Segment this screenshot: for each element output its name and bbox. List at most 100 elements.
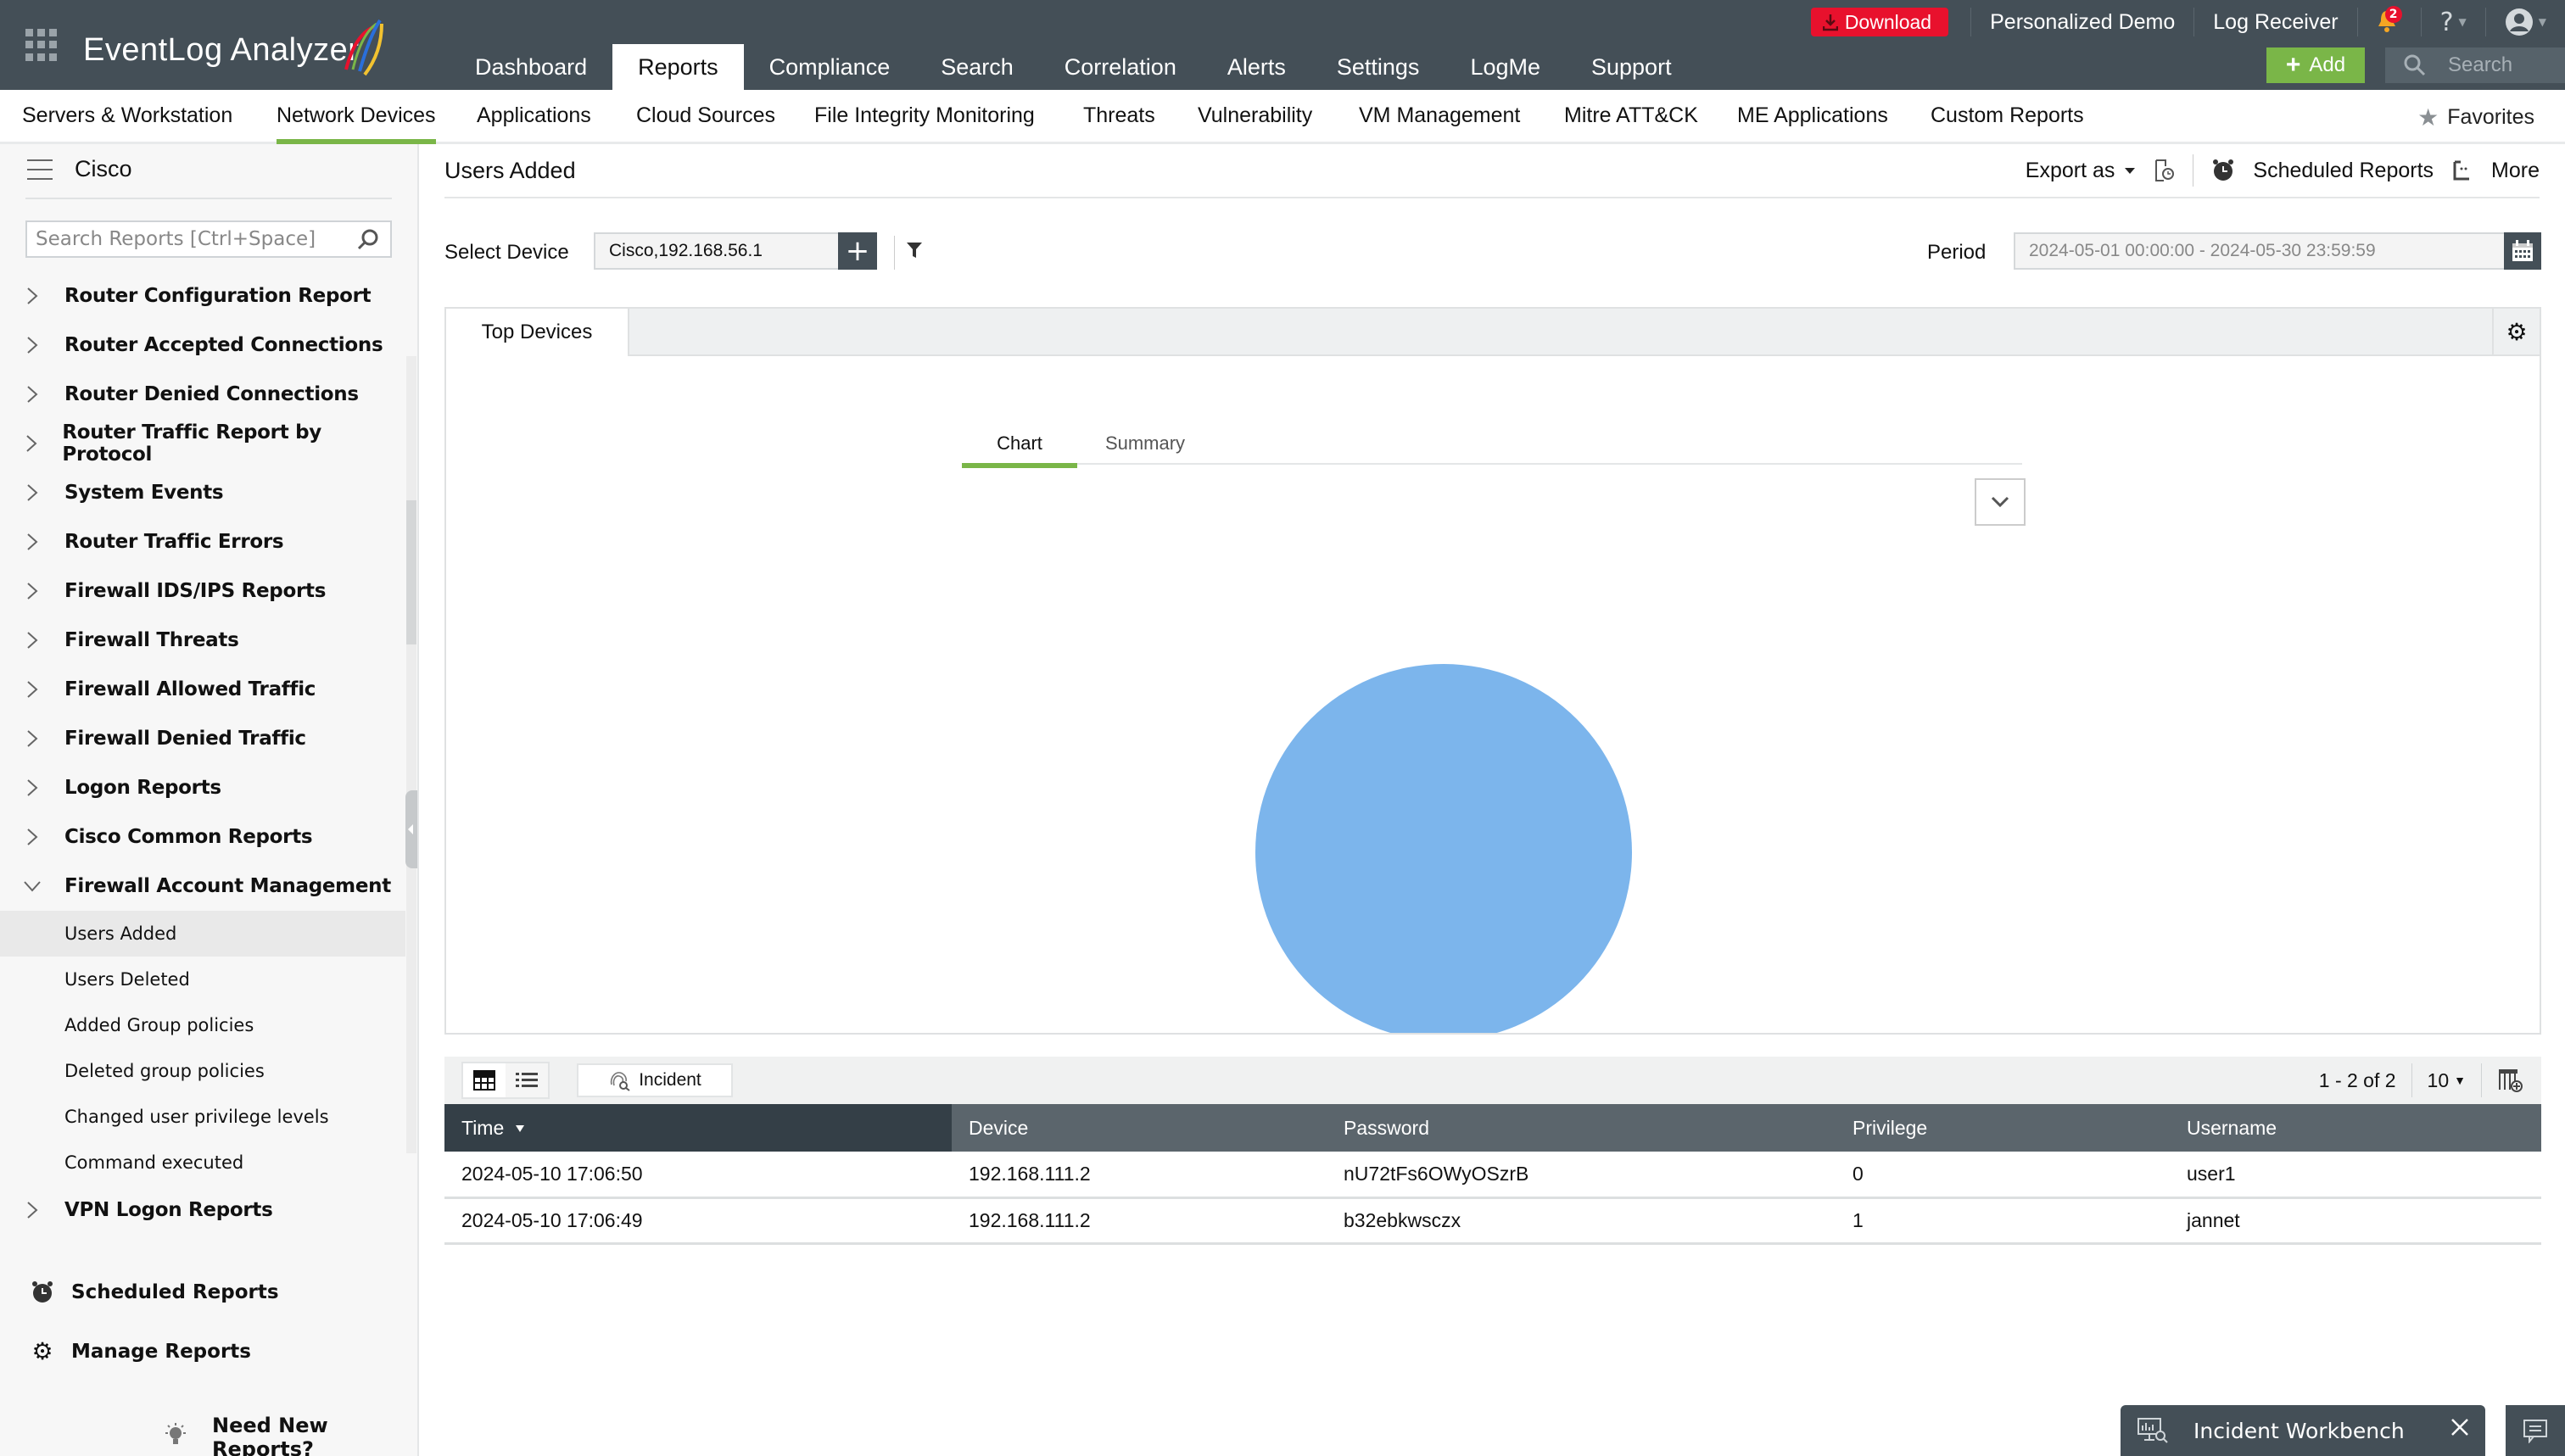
report-command-executed[interactable]: Command executed bbox=[0, 1140, 405, 1185]
add-column-icon[interactable] bbox=[2497, 1068, 2524, 1093]
report-group-router-configuration[interactable]: Router Configuration Report bbox=[0, 271, 405, 321]
table-row[interactable]: 2024-05-10 17:06:50 192.168.111.2 nU72tF… bbox=[444, 1152, 2541, 1199]
subnav-servers-workstation[interactable]: Servers & Workstation bbox=[22, 103, 232, 128]
widget-header: Top Devices ⚙ bbox=[446, 309, 2540, 356]
period-input[interactable]: 2024-05-01 00:00:00 - 2024-05-30 23:59:5… bbox=[2014, 232, 2506, 270]
subnav-mitre-attck[interactable]: Mitre ATT&CK bbox=[1564, 103, 1698, 128]
cell-privilege: 1 bbox=[1836, 1197, 2170, 1245]
manage-reports-link[interactable]: ⚙ Manage Reports bbox=[31, 1337, 251, 1365]
nav-search[interactable]: Search bbox=[915, 44, 1039, 90]
report-group-firewall-denied-traffic[interactable]: Firewall Denied Traffic bbox=[0, 714, 405, 763]
nav-dashboard[interactable]: Dashboard bbox=[450, 44, 612, 90]
report-users-deleted[interactable]: Users Deleted bbox=[0, 957, 405, 1002]
list-view-button[interactable] bbox=[506, 1063, 548, 1097]
column-header-time[interactable]: Time bbox=[444, 1104, 952, 1152]
subnav-cloud-sources[interactable]: Cloud Sources bbox=[636, 103, 775, 128]
global-search-input[interactable]: Search bbox=[2385, 47, 2565, 83]
sidebar-scrollbar-thumb[interactable] bbox=[406, 500, 416, 644]
download-button[interactable]: Download bbox=[1810, 8, 1949, 36]
subnav-applications[interactable]: Applications bbox=[477, 103, 591, 128]
nav-compliance[interactable]: Compliance bbox=[744, 44, 916, 90]
nav-alerts[interactable]: Alerts bbox=[1202, 44, 1311, 90]
filter-icon[interactable] bbox=[906, 241, 923, 259]
report-group-router-denied-connections[interactable]: Router Denied Connections bbox=[0, 370, 405, 419]
chevron-right-icon bbox=[0, 631, 64, 650]
nav-reports[interactable]: Reports bbox=[612, 44, 744, 90]
add-device-button[interactable]: + bbox=[838, 232, 877, 270]
incident-workbench-bar[interactable]: Incident Workbench bbox=[2121, 1405, 2485, 1456]
nav-support[interactable]: Support bbox=[1566, 44, 1697, 90]
pagination-divider bbox=[2481, 1063, 2482, 1097]
report-deleted-group-policies[interactable]: Deleted group policies bbox=[0, 1048, 405, 1094]
subnav-file-integrity-monitoring[interactable]: File Integrity Monitoring bbox=[814, 103, 1035, 128]
page-size-dropdown[interactable]: 10 ▼ bbox=[2428, 1069, 2466, 1092]
report-search-input[interactable]: Search Reports [Ctrl+Space] bbox=[25, 220, 392, 258]
chat-button[interactable] bbox=[2506, 1405, 2565, 1456]
tab-top-devices[interactable]: Top Devices bbox=[446, 309, 629, 356]
sidebar-collapse-handle[interactable] bbox=[405, 790, 417, 868]
chevron-right-icon bbox=[0, 680, 64, 699]
notifications-button[interactable]: 2 bbox=[2356, 6, 2421, 36]
subnav-threats[interactable]: Threats bbox=[1083, 103, 1155, 128]
lightbulb-icon bbox=[163, 1422, 188, 1453]
app-logo[interactable]: EventLog Analyzer bbox=[83, 32, 359, 69]
table-header-row: Time Device Password Privilege Username bbox=[444, 1104, 2541, 1152]
report-group-firewall-account-management[interactable]: Firewall Account Management bbox=[0, 862, 405, 911]
pie-slice-192-168-111-2[interactable] bbox=[1255, 664, 1632, 1033]
subnav-me-applications[interactable]: ME Applications bbox=[1737, 103, 1888, 128]
user-menu-button[interactable]: ▼ bbox=[2484, 8, 2565, 36]
favorites-label: Favorites bbox=[2447, 105, 2534, 129]
nav-settings[interactable]: Settings bbox=[1311, 44, 1445, 90]
help-button[interactable]: ? ▼ bbox=[2420, 8, 2485, 37]
report-added-group-policies[interactable]: Added Group policies bbox=[0, 1002, 405, 1048]
report-group-cisco-common-reports[interactable]: Cisco Common Reports bbox=[0, 812, 405, 862]
report-group-logon-reports[interactable]: Logon Reports bbox=[0, 763, 405, 812]
search-icon[interactable] bbox=[356, 228, 380, 252]
need-new-reports-link[interactable]: Need New Reports? bbox=[163, 1414, 417, 1456]
close-icon[interactable] bbox=[2450, 1417, 2470, 1437]
personalized-demo-link[interactable]: Personalized Demo bbox=[1970, 8, 2193, 36]
report-group-router-accepted-connections[interactable]: Router Accepted Connections bbox=[0, 321, 405, 370]
report-group-router-traffic-errors[interactable]: Router Traffic Errors bbox=[0, 517, 405, 566]
subnav-vm-management[interactable]: VM Management bbox=[1359, 103, 1520, 128]
widget-settings-button[interactable]: ⚙ bbox=[2492, 309, 2540, 354]
more-button[interactable]: More bbox=[2452, 159, 2540, 183]
export-as-dropdown[interactable]: Export as bbox=[2026, 159, 2136, 183]
subnav-network-devices[interactable]: Network Devices bbox=[277, 103, 436, 144]
calendar-button[interactable] bbox=[2504, 232, 2541, 270]
column-header-device[interactable]: Device bbox=[952, 1104, 1327, 1152]
incident-button[interactable]: Incident bbox=[577, 1063, 733, 1097]
column-header-privilege[interactable]: Privilege bbox=[1836, 1104, 2170, 1152]
favorites-button[interactable]: ★ Favorites bbox=[2417, 103, 2534, 131]
app-grid-icon[interactable] bbox=[25, 29, 58, 61]
view-toggle bbox=[461, 1062, 550, 1099]
report-group-system-events[interactable]: System Events bbox=[0, 468, 405, 517]
column-header-username[interactable]: Username bbox=[2170, 1104, 2541, 1152]
download-icon bbox=[1822, 14, 1838, 31]
report-group-firewall-threats[interactable]: Firewall Threats bbox=[0, 616, 405, 665]
subnav-vulnerability[interactable]: Vulnerability bbox=[1198, 103, 1312, 128]
sidebar-scrollbar[interactable] bbox=[406, 356, 416, 1153]
report-group-vpn-logon-reports[interactable]: VPN Logon Reports bbox=[0, 1185, 405, 1235]
table-row[interactable]: 2024-05-10 17:06:49 192.168.111.2 b32ebk… bbox=[444, 1197, 2541, 1245]
nav-correlation[interactable]: Correlation bbox=[1039, 44, 1202, 90]
add-button[interactable]: + Add bbox=[2266, 47, 2365, 83]
report-group-label: Router Accepted Connections bbox=[64, 334, 383, 356]
report-group-firewall-ids-ips[interactable]: Firewall IDS/IPS Reports bbox=[0, 566, 405, 616]
nav-logme[interactable]: LogMe bbox=[1445, 44, 1566, 90]
hamburger-menu-icon[interactable] bbox=[27, 159, 53, 180]
subnav-custom-reports[interactable]: Custom Reports bbox=[1931, 103, 2084, 128]
report-users-added[interactable]: Users Added bbox=[0, 911, 405, 957]
chevron-down-icon bbox=[0, 880, 64, 892]
export-history-button[interactable] bbox=[2154, 159, 2175, 182]
scheduled-reports-button[interactable]: Scheduled Reports bbox=[2212, 159, 2434, 183]
log-receiver-link[interactable]: Log Receiver bbox=[2193, 8, 2356, 36]
device-input[interactable]: Cisco,192.168.56.1 bbox=[594, 232, 840, 270]
report-group-router-traffic-by-protocol[interactable]: Router Traffic Report by Protocol bbox=[0, 419, 405, 468]
report-changed-user-privilege-levels[interactable]: Changed user privilege levels bbox=[0, 1094, 405, 1140]
column-header-password[interactable]: Password bbox=[1327, 1104, 1836, 1152]
report-group-firewall-allowed-traffic[interactable]: Firewall Allowed Traffic bbox=[0, 665, 405, 714]
scheduled-reports-link[interactable]: Scheduled Reports bbox=[31, 1280, 279, 1304]
grid-view-button[interactable] bbox=[463, 1063, 506, 1097]
device-divider bbox=[894, 236, 895, 270]
